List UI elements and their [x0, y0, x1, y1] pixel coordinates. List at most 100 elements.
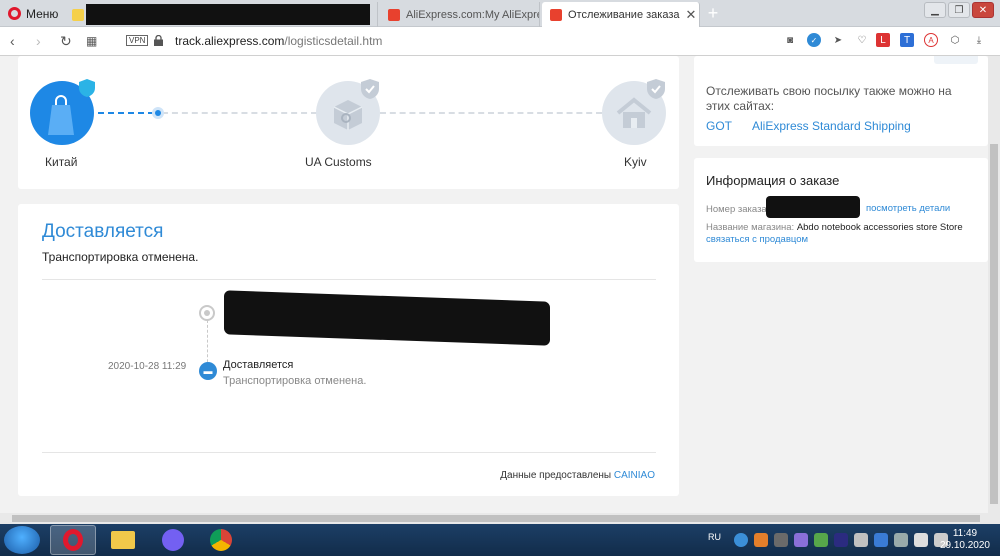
provider-label: Данные предоставлены — [500, 470, 612, 481]
back-icon[interactable]: ‹ — [10, 33, 15, 49]
event-time: 2020-10-28 11:29 — [108, 361, 187, 372]
network-icon[interactable] — [914, 533, 928, 547]
order-number-row: Номер заказа — [706, 204, 767, 215]
lock-icon — [154, 35, 163, 46]
tray-icon[interactable] — [774, 533, 788, 547]
route-current-dot-inner — [155, 110, 161, 116]
tray-icon[interactable] — [894, 533, 908, 547]
speed-dial-icon[interactable]: ▦ — [86, 34, 97, 48]
opera-logo-icon — [8, 7, 21, 20]
route-step-label: UA Customs — [305, 155, 372, 169]
system-tray — [734, 524, 948, 556]
tray-icon[interactable] — [874, 533, 888, 547]
language-indicator[interactable]: RU — [708, 532, 721, 542]
address-bar: ‹ › ↻ ▦ VPN track.aliexpress.com/logisti… — [0, 27, 1000, 56]
truck-icon: ▬ — [199, 362, 217, 380]
tab-tracking[interactable]: Отслеживание заказа ✕ — [542, 2, 700, 27]
forward-icon[interactable]: › — [36, 33, 41, 49]
vpn-badge[interactable]: VPN — [126, 35, 149, 46]
window-controls: ▁ ❐ ✕ — [924, 2, 994, 18]
tray-icon[interactable] — [834, 533, 848, 547]
tab-aliexpress-my[interactable]: AliExpress.com:My AliExpress — [380, 2, 540, 27]
close-tab-icon[interactable]: ✕ — [686, 7, 697, 23]
clock-date: 29.10.2020 — [939, 540, 990, 551]
delivery-status-subtitle: Транспортировка отменена. — [42, 250, 199, 264]
route-step-label: Kyiv — [624, 155, 647, 169]
provider-link[interactable]: CAINIAO — [614, 470, 655, 481]
chrome-icon — [210, 529, 232, 551]
download-icon[interactable]: ⤓ — [972, 33, 986, 47]
tracking-link-aliexpress-shipping[interactable]: AliExpress Standard Shipping — [752, 119, 911, 133]
scrollbar-thumb[interactable] — [12, 515, 980, 522]
verified-shield-icon — [79, 79, 95, 97]
tray-icon[interactable] — [734, 533, 748, 547]
shield-check-icon — [361, 79, 379, 99]
address-bar-actions: ◙ ✓ ➤ ♡ — [783, 33, 869, 47]
redacted-order-number — [766, 196, 860, 218]
tracking-link-got[interactable]: GOT — [706, 119, 732, 133]
delivery-card: Доставляется Транспортировка отменена. 2… — [18, 204, 679, 496]
taskbar-opera[interactable] — [50, 525, 96, 555]
menu-label: Меню — [26, 6, 59, 21]
tab-redacted[interactable] — [64, 2, 378, 27]
contact-seller-link[interactable]: связаться с продавцом — [706, 234, 808, 245]
browser-tab-bar: Меню AliExpress.com:My AliExpress Отслеж… — [0, 0, 1000, 27]
close-window-icon[interactable]: ✕ — [972, 2, 994, 18]
start-button[interactable] — [4, 526, 40, 554]
vertical-scrollbar[interactable] — [988, 56, 1000, 513]
browser-menu-button[interactable]: Меню — [0, 0, 62, 27]
order-number-label: Номер заказа — [706, 204, 767, 215]
extension-icon[interactable]: L — [876, 33, 890, 47]
location-pin-icon — [199, 305, 215, 321]
opera-icon — [63, 529, 83, 551]
shield-check-icon — [647, 79, 665, 99]
tab-title: Отслеживание заказа — [568, 8, 680, 21]
maximize-icon[interactable]: ❐ — [948, 2, 970, 18]
horizontal-scrollbar[interactable] — [0, 513, 1000, 524]
view-details-link[interactable]: посмотреть детали — [866, 203, 950, 214]
taskbar-clock[interactable]: 11:49 29.10.2020 — [940, 528, 990, 552]
order-info-card: Информация о заказе Номер заказа посмотр… — [694, 158, 988, 262]
tray-icon[interactable] — [754, 533, 768, 547]
aliexpress-favicon-icon — [388, 8, 400, 21]
url-domain: track.aliexpress.com — [175, 34, 285, 48]
cube-icon[interactable]: ⬡ — [948, 33, 962, 47]
camera-icon[interactable]: ◙ — [783, 33, 797, 47]
extension-icon[interactable]: T — [900, 33, 914, 47]
reload-icon[interactable]: ↻ — [60, 33, 72, 50]
tray-icon[interactable] — [854, 533, 868, 547]
windows-taskbar: RU 11:49 29.10.2020 — [0, 524, 1000, 556]
shield-icon[interactable]: ✓ — [807, 33, 821, 47]
aliexpress-favicon-icon — [550, 8, 562, 21]
tray-icon[interactable] — [814, 533, 828, 547]
send-icon[interactable]: ➤ — [831, 33, 845, 47]
tracking-sites-text: Отслеживать свою посылку также можно на … — [706, 84, 952, 113]
route-line — [162, 112, 317, 114]
partial-button[interactable] — [934, 56, 978, 64]
taskbar-viber[interactable] — [150, 525, 196, 555]
extension-icon[interactable]: A — [924, 33, 938, 47]
minimize-icon[interactable]: ▁ — [924, 2, 946, 18]
data-provider-note: Данные предоставлены CAINIAO — [500, 470, 655, 481]
url-field[interactable]: track.aliexpress.com/logisticsdetail.htm — [175, 34, 382, 48]
tracking-sites-card: Отслеживать свою посылку также можно на … — [694, 56, 988, 146]
url-path: /logisticsdetail.htm — [284, 34, 383, 48]
heart-icon[interactable]: ♡ — [855, 33, 869, 47]
taskbar-explorer[interactable] — [100, 525, 146, 555]
store-row: Название магазина: Abdo notebook accesso… — [706, 222, 963, 233]
route-step-label: Китай — [45, 155, 78, 169]
scrollbar-thumb[interactable] — [990, 144, 998, 504]
tray-icon[interactable] — [794, 533, 808, 547]
viber-icon — [162, 529, 184, 551]
event-title: Доставляется — [223, 359, 294, 371]
tab-favicon-icon — [72, 8, 84, 21]
redacted-tracking-number — [224, 290, 550, 346]
event-detail: Транспортировка отменена. — [223, 375, 367, 387]
route-line — [380, 112, 602, 114]
store-name[interactable]: Abdo notebook accessories store Store — [797, 222, 963, 233]
taskbar-chrome[interactable] — [198, 525, 244, 555]
folder-icon — [111, 531, 135, 549]
new-tab-button[interactable]: + — [703, 2, 723, 24]
clock-time: 11:49 — [952, 528, 978, 539]
order-info-title: Информация о заказе — [706, 173, 840, 188]
